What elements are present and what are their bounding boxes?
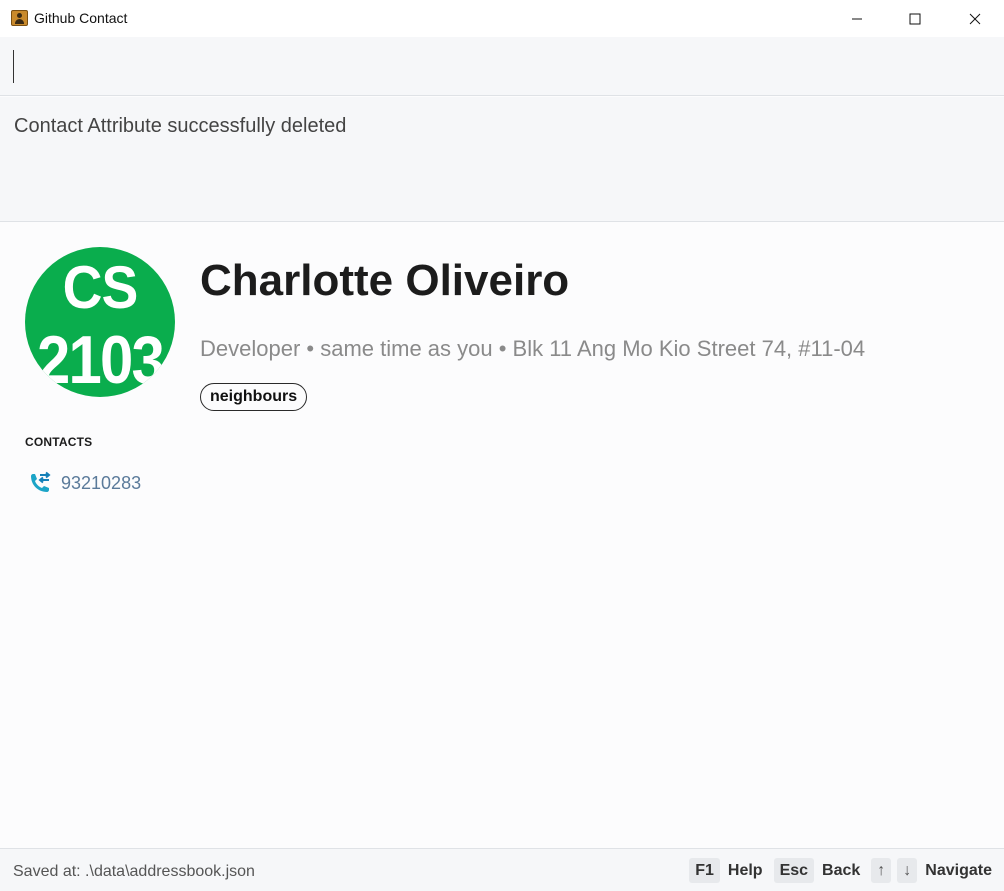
help-key[interactable]: F1	[689, 858, 720, 883]
window-title: Github Contact	[34, 10, 128, 26]
tag-badge: neighbours	[200, 383, 308, 411]
avatar-text-line2: 2103	[36, 322, 165, 397]
minimize-button[interactable]	[828, 0, 886, 37]
contacts-heading: CONTACTS	[25, 435, 93, 449]
status-bar: Saved at: .\data\addressbook.json F1 Hel…	[0, 848, 1004, 891]
navigate-label: Navigate	[925, 861, 992, 879]
phone-number[interactable]: 93210283	[61, 473, 141, 494]
avatar-text-line1: CS	[62, 254, 139, 321]
contact-name: Charlotte Oliveiro	[200, 256, 570, 305]
result-message: Contact Attribute successfully deleted	[14, 115, 347, 137]
up-arrow-key[interactable]: ↑	[871, 858, 892, 883]
save-location: Saved at: .\data\addressbook.json	[13, 863, 255, 880]
contact-book-icon	[11, 10, 28, 26]
minimize-icon	[852, 18, 862, 19]
back-key[interactable]: Esc	[773, 858, 815, 883]
app-window: Github Contact Contact Attribute success…	[0, 0, 1004, 891]
text-caret	[13, 50, 14, 83]
avatar: CS 2103	[25, 247, 175, 397]
close-button[interactable]	[946, 0, 1004, 37]
maximize-icon	[909, 13, 921, 24]
keyboard-shortcuts: F1 Help Esc Back ↑ ↓ Navigate	[689, 858, 992, 883]
command-box	[0, 37, 1004, 96]
command-input[interactable]	[10, 47, 990, 85]
help-label: Help	[727, 861, 763, 879]
result-display: Contact Attribute successfully deleted	[0, 97, 1004, 222]
contact-meta: Developer • same time as you • Blk 11 An…	[200, 336, 866, 361]
maximize-button[interactable]	[886, 0, 944, 37]
close-icon	[969, 13, 981, 24]
title-bar: Github Contact	[0, 0, 1004, 37]
back-label: Back	[822, 861, 861, 879]
phone-transfer-icon	[31, 471, 51, 492]
contact-phone-row[interactable]: 93210283	[27, 470, 141, 496]
down-arrow-key[interactable]: ↓	[897, 858, 918, 883]
